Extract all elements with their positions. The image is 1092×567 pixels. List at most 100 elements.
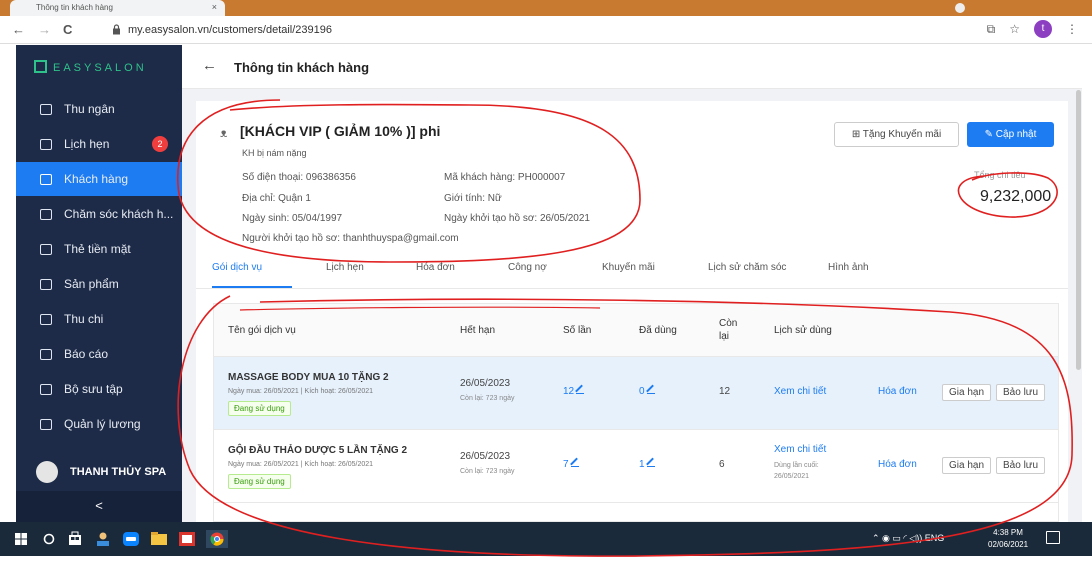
- windows-start-icon[interactable]: [12, 530, 30, 548]
- give-promotion-button[interactable]: ⊞ Tặng Khuyến mãi: [834, 122, 959, 147]
- sidebar-item-label: Chăm sóc khách h...: [64, 207, 174, 221]
- customer-care-icon: [40, 208, 52, 220]
- page-title: Thông tin khách hàng: [234, 60, 370, 75]
- session-count[interactable]: 12: [563, 386, 585, 397]
- customer-birthday: Ngày sinh: 05/04/1997: [242, 213, 343, 224]
- session-count[interactable]: 7: [563, 459, 579, 470]
- photo-app-icon[interactable]: [178, 530, 196, 548]
- calendar-icon: [40, 138, 52, 150]
- brand-logo[interactable]: EASYSALON: [34, 60, 147, 74]
- address-bar[interactable]: my.easysalon.vn/customers/detail/239196: [108, 20, 988, 40]
- reserve-button[interactable]: Bảo lưu: [996, 384, 1046, 401]
- sidebar-item-label: Báo cáo: [64, 347, 109, 361]
- back-arrow-icon[interactable]: ←: [12, 22, 25, 37]
- user-app-icon[interactable]: [94, 530, 112, 548]
- tab-0[interactable]: Gói dịch vụ: [212, 262, 262, 273]
- browser-tab-strip: Thông tin khách hàng ×: [0, 0, 1092, 16]
- sidebar-item-calendar[interactable]: Lịch hẹn 2: [16, 127, 182, 161]
- income-expense-icon: [40, 313, 52, 325]
- screen: Thông tin khách hàng × ← → C my.easysalo…: [0, 0, 1092, 567]
- bookmark-star-icon[interactable]: ☆: [1009, 22, 1020, 36]
- tab-6[interactable]: Hình ảnh: [828, 262, 869, 273]
- header-count: Số lần: [563, 325, 592, 336]
- search-icon[interactable]: [40, 530, 58, 548]
- header-history: Lịch sử dùng: [774, 325, 832, 336]
- update-button[interactable]: ✎ Cập nhật: [967, 122, 1054, 147]
- customer-tabs: Gói dịch vụ Lịch hẹn Hóa đơn Công nợ Khuyến …: [196, 249, 1068, 289]
- scrollbar[interactable]: [1076, 90, 1081, 370]
- reload-icon[interactable]: C: [63, 22, 72, 37]
- collapse-sidebar-button[interactable]: <: [16, 491, 182, 522]
- file-explorer-icon[interactable]: [150, 530, 168, 548]
- table-row[interactable]: MASSAGE BODY MUA 10 TẶNG 2 Ngày mua: 26/0…: [214, 357, 1058, 430]
- sidebar-item-report[interactable]: Báo cáo: [16, 337, 182, 371]
- edit-icon[interactable]: [576, 386, 585, 394]
- sidebar-item-payroll[interactable]: Quản lý lương: [16, 407, 182, 441]
- sidebar-item-label: Khách hàng: [64, 172, 129, 186]
- view-history-link[interactable]: Xem chi tiết: [774, 386, 826, 397]
- customer-phone: Số điện thoại: 096386356: [242, 172, 356, 183]
- extend-button[interactable]: Gia hạn: [942, 457, 992, 474]
- person-icon: ᴥ: [220, 126, 228, 140]
- invoice-link[interactable]: Hóa đơn: [878, 459, 917, 470]
- sidebar-item-product[interactable]: Sản phẩm: [16, 267, 182, 301]
- used-count[interactable]: 1: [639, 459, 655, 470]
- browser-tab[interactable]: Thông tin khách hàng ×: [10, 0, 225, 16]
- tab-2[interactable]: Hóa đơn: [416, 262, 455, 273]
- sidebar-item-cashier[interactable]: Thu ngân: [16, 92, 182, 126]
- view-history-link[interactable]: Xem chi tiết: [774, 444, 826, 455]
- package-dates: Ngày mua: 26/05/2021 | Kích hoạt: 26/05/…: [228, 461, 374, 468]
- status-badge: Đang sử dụng: [228, 401, 291, 416]
- zalo-icon[interactable]: [122, 530, 140, 548]
- table-row[interactable]: GỘI ĐẦU THẢO DƯỢC 5 LẦN TẶNG 2 Ngày mua: …: [214, 430, 1058, 503]
- windows-taskbar: ⌃ ◉ ▭ ◜ ◁)) ENG 4:38 PM 02/06/2021: [0, 522, 1092, 556]
- total-spending-value: 9,232,000: [980, 188, 1052, 205]
- sidebar-item-cash-card[interactable]: Thẻ tiền mặt: [16, 232, 182, 266]
- sidebar-item-customers[interactable]: Khách hàng: [16, 162, 182, 196]
- service-package-table: Tên gói dịch vụ Hết hạn Số lần Đã dùng C…: [213, 303, 1059, 522]
- forward-arrow-icon[interactable]: →: [38, 22, 51, 37]
- tab-4[interactable]: Khuyến mãi: [602, 262, 655, 273]
- expiry-date: 26/05/2023: [460, 451, 511, 462]
- edit-icon[interactable]: [646, 386, 655, 394]
- extend-button[interactable]: Gia hạn: [942, 384, 992, 401]
- customer-name: [KHÁCH VIP ( GIẢM 10% )] phi: [240, 123, 441, 139]
- sidebar-item-customer-care[interactable]: Chăm sóc khách h...: [16, 197, 182, 231]
- notification-icon[interactable]: [1046, 531, 1060, 544]
- sidebar-item-income-expense[interactable]: Thu chi: [16, 302, 182, 336]
- browser-toolbar: ← → C my.easysalon.vn/customers/detail/2…: [0, 16, 1092, 44]
- tab-close-icon[interactable]: ×: [212, 2, 217, 12]
- sidebar-item-gallery[interactable]: Bộ sưu tập: [16, 372, 182, 406]
- invoice-link[interactable]: Hóa đơn: [878, 386, 917, 397]
- tab-3[interactable]: Công nợ: [508, 262, 547, 273]
- window-control-icon[interactable]: [955, 3, 965, 13]
- edit-icon[interactable]: [646, 459, 655, 467]
- back-arrow-icon[interactable]: ←: [202, 57, 217, 74]
- tab-title: Thông tin khách hàng: [36, 3, 113, 12]
- report-icon: [40, 348, 52, 360]
- used-count[interactable]: 0: [639, 386, 655, 397]
- store-icon[interactable]: [66, 530, 84, 548]
- service-package-panel: Tên gói dịch vụ Hết hạn Số lần Đã dùng C…: [196, 289, 1068, 522]
- session-count-value: 7: [563, 459, 569, 470]
- customer-code: Mã khách hàng: PH000007: [444, 172, 566, 183]
- edit-icon[interactable]: [570, 459, 579, 467]
- clock[interactable]: 4:38 PM 02/06/2021: [988, 527, 1028, 551]
- system-tray[interactable]: ⌃ ◉ ▭ ◜ ◁)) ENG: [872, 533, 944, 544]
- user-profile[interactable]: THANH THỦY SPA: [16, 453, 182, 491]
- chrome-icon[interactable]: [206, 530, 228, 548]
- total-spending-label: Tổng chi tiêu: [974, 170, 1026, 180]
- menu-icon[interactable]: ⋮: [1066, 22, 1078, 36]
- status-badge: Đang sử dụng: [228, 474, 291, 489]
- notification-badge: 2: [152, 136, 168, 152]
- cast-icon[interactable]: ⧉: [987, 22, 996, 37]
- clock-time: 4:38 PM: [993, 528, 1023, 537]
- reserve-button[interactable]: Bảo lưu: [996, 457, 1046, 474]
- used-count-value: 1: [639, 459, 645, 470]
- package-dates: Ngày mua: 26/05/2021 | Kích hoạt: 26/05/…: [228, 388, 374, 395]
- remaining-count: 6: [719, 459, 725, 470]
- tab-5[interactable]: Lịch sử chăm sóc: [708, 262, 786, 273]
- tab-1[interactable]: Lịch hẹn: [326, 262, 364, 273]
- header-expiry: Hết hạn: [460, 325, 496, 336]
- profile-avatar[interactable]: t: [1034, 20, 1052, 38]
